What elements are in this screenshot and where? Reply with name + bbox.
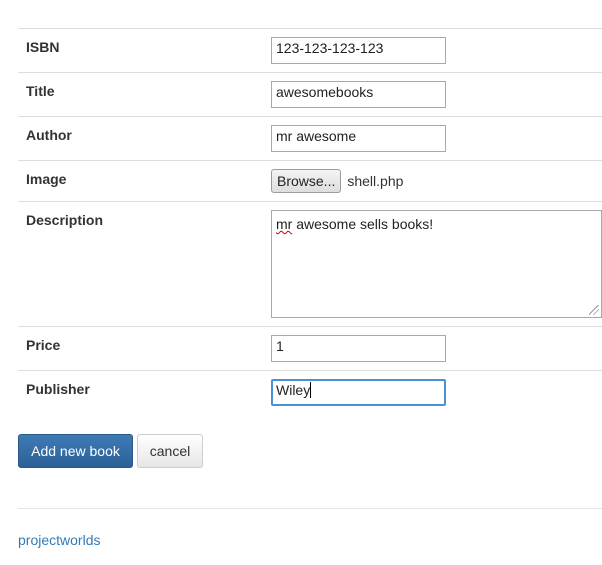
title-field-cell: awesomebooks <box>262 72 602 117</box>
image-field-cell: Browse... shell.php <box>262 160 602 202</box>
publisher-label-cell: Publisher <box>18 370 262 419</box>
price-field-cell: 1 <box>262 326 602 371</box>
cancel-button[interactable]: cancel <box>137 434 203 468</box>
misspelled-word: mr <box>276 216 293 232</box>
author-field-cell: mr awesome <box>262 116 602 161</box>
resize-grip-icon[interactable] <box>589 305 599 315</box>
selected-file-name: shell.php <box>347 173 404 189</box>
text-caret <box>310 382 312 398</box>
form-row-image: Image Browse... shell.php <box>18 160 602 202</box>
author-label: Author <box>26 127 72 143</box>
author-input[interactable]: mr awesome <box>271 125 446 152</box>
price-input[interactable]: 1 <box>271 335 446 362</box>
image-label: Image <box>26 171 67 187</box>
form-row-title: Title awesomebooks <box>18 72 602 117</box>
isbn-label: ISBN <box>26 39 60 55</box>
description-field-cell: mr awesome sells books! <box>262 201 602 327</box>
add-new-book-button[interactable]: Add new book <box>18 434 133 468</box>
price-label: Price <box>26 337 61 353</box>
title-label-cell: Title <box>18 72 262 117</box>
isbn-label-cell: ISBN <box>18 28 262 73</box>
title-label: Title <box>26 83 55 99</box>
title-input[interactable]: awesomebooks <box>271 81 446 108</box>
description-textarea[interactable]: mr awesome sells books! <box>271 210 602 318</box>
footer-projectworlds-link[interactable]: projectworlds <box>18 532 100 548</box>
form-row-price: Price 1 <box>18 326 602 371</box>
description-text: awesome sells books! <box>292 216 434 232</box>
isbn-input[interactable]: 123-123-123-123 <box>271 37 446 64</box>
description-label-cell: Description <box>18 201 262 327</box>
price-label-cell: Price <box>18 326 262 371</box>
publisher-label: Publisher <box>26 381 90 397</box>
publisher-input[interactable]: Wiley <box>271 379 446 406</box>
form-row-publisher: Publisher Wiley <box>18 370 602 419</box>
form-row-description: Description mr awesome sells books! <box>18 201 602 327</box>
image-label-cell: Image <box>18 160 262 202</box>
footer-divider <box>18 508 602 509</box>
description-label: Description <box>26 212 104 228</box>
form-row-author: Author mr awesome <box>18 116 602 161</box>
form-row-isbn: ISBN 123-123-123-123 <box>18 28 602 73</box>
page: ISBN 123-123-123-123 Title awesomebooks … <box>0 0 602 565</box>
publisher-field-cell: Wiley <box>262 370 602 419</box>
image-file-input: Browse... shell.php <box>271 169 602 193</box>
publisher-value: Wiley <box>276 382 311 398</box>
author-label-cell: Author <box>18 116 262 161</box>
browse-button[interactable]: Browse... <box>271 169 342 193</box>
add-book-form: ISBN 123-123-123-123 Title awesomebooks … <box>18 28 602 419</box>
isbn-field-cell: 123-123-123-123 <box>262 28 602 73</box>
